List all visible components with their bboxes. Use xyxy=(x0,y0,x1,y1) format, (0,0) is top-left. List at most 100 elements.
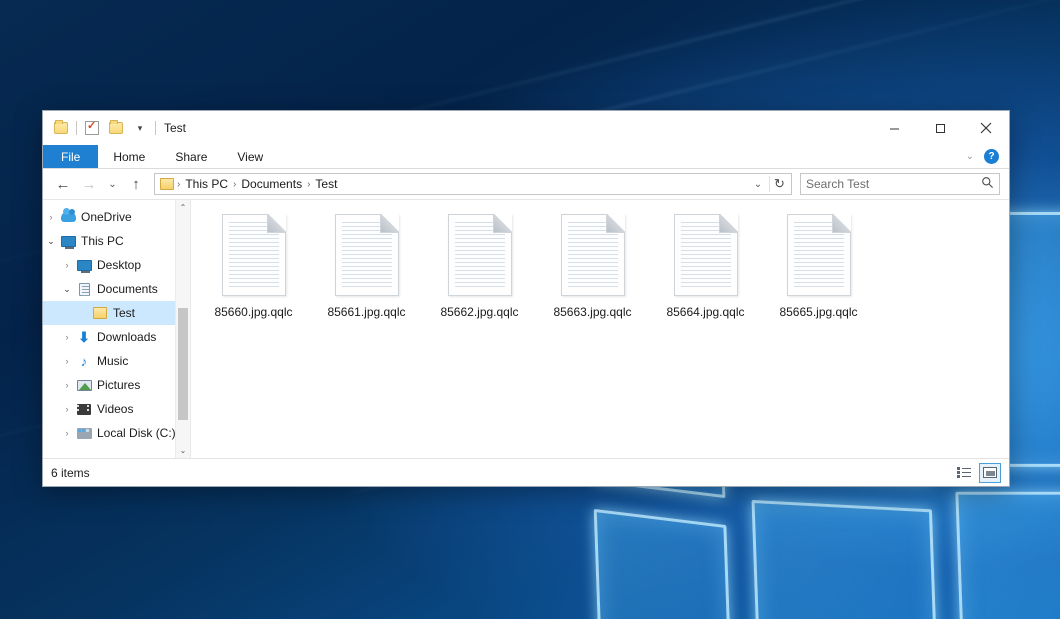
page-fold-icon xyxy=(493,214,512,233)
new-folder-icon[interactable] xyxy=(107,119,125,137)
chevron-down-icon[interactable]: ⌄ xyxy=(59,284,75,295)
maximize-button[interactable] xyxy=(917,111,963,145)
file-list-view[interactable]: 85660.jpg.qqlc 85661.jpg.qqlc 85662.jpg.qq… xyxy=(191,200,1009,458)
document-file-icon[interactable] xyxy=(222,214,286,296)
document-file-icon[interactable] xyxy=(561,214,625,296)
sidebar-item-downloads[interactable]: ›⬇Downloads xyxy=(43,325,190,349)
sidebar-item-label: Music xyxy=(97,354,128,368)
sidebar-item-label: Desktop xyxy=(97,258,141,272)
chevron-right-icon[interactable]: › xyxy=(59,428,75,438)
chevron-down-icon[interactable]: ⌄ xyxy=(966,151,974,162)
sidebar-item-label: This PC xyxy=(81,234,124,248)
cloud-icon xyxy=(59,212,77,222)
back-button[interactable]: ← xyxy=(52,173,74,195)
sidebar-item-music[interactable]: ›♪ Music xyxy=(43,349,190,373)
file-item[interactable]: 85664.jpg.qqlc xyxy=(649,210,762,334)
close-button[interactable] xyxy=(963,111,1009,145)
sidebar-item-videos[interactable]: ›Videos xyxy=(43,397,190,421)
address-bar[interactable]: › This PC › Documents › Test ⌄ ↻ xyxy=(154,173,792,195)
large-icons-view-button[interactable] xyxy=(979,463,1001,483)
up-button[interactable]: ↑ xyxy=(125,173,147,195)
chevron-right-icon[interactable]: › xyxy=(59,260,75,270)
navigation-pane: ›OneDrive ⌄ This PC › Desktop ⌄ Documents Test ›… xyxy=(43,200,191,458)
toolbar-divider xyxy=(155,121,156,135)
recent-locations-button[interactable]: ⌄ xyxy=(104,173,121,195)
sidebar-item-documents[interactable]: ⌄ Documents xyxy=(43,277,190,301)
chevron-right-icon[interactable]: › xyxy=(59,404,75,414)
document-file-icon[interactable] xyxy=(674,214,738,296)
logo-pane xyxy=(955,492,1060,619)
page-fold-icon xyxy=(719,214,738,233)
monitor-icon xyxy=(59,236,77,247)
scroll-down-arrow-icon[interactable]: ⌄ xyxy=(176,443,190,458)
customize-chevron-icon[interactable]: ▾ xyxy=(131,119,149,137)
logo-pane xyxy=(594,509,734,619)
sidebar-item-test[interactable]: Test xyxy=(43,301,190,325)
folder-icon xyxy=(91,307,109,319)
sidebar-item-label: Downloads xyxy=(97,330,156,344)
title-bar: ▾ Test xyxy=(43,111,1009,145)
folder-icon xyxy=(160,178,174,190)
refresh-icon[interactable]: ↻ xyxy=(769,176,789,192)
breadcrumb-test[interactable]: Test xyxy=(311,177,341,191)
ribbon-tab-bar: File Home Share View ⌄ ? xyxy=(43,145,1009,169)
sidebar-item-pictures[interactable]: › Pictures xyxy=(43,373,190,397)
file-item[interactable]: 85662.jpg.qqlc xyxy=(423,210,536,334)
document-file-icon[interactable] xyxy=(787,214,851,296)
tab-file[interactable]: File xyxy=(43,145,98,168)
sidebar-item-desktop[interactable]: › Desktop xyxy=(43,253,190,277)
details-view-button[interactable] xyxy=(953,463,975,483)
logo-pane xyxy=(751,500,939,619)
file-item[interactable]: 85661.jpg.qqlc xyxy=(310,210,423,334)
tab-view[interactable]: View xyxy=(222,145,278,168)
file-item[interactable]: 85665.jpg.qqlc xyxy=(762,210,875,334)
chevron-down-icon[interactable]: ⌄ xyxy=(43,236,59,247)
tab-share[interactable]: Share xyxy=(160,145,222,168)
tab-home[interactable]: Home xyxy=(98,145,160,168)
address-dropdown-icon[interactable]: ⌄ xyxy=(749,179,767,190)
toolbar-divider xyxy=(76,121,77,135)
document-file-icon[interactable] xyxy=(335,214,399,296)
music-icon: ♪ xyxy=(75,355,93,368)
breadcrumb-this-pc[interactable]: This PC xyxy=(181,177,232,191)
file-name-label: 85660.jpg.qqlc xyxy=(214,305,292,319)
status-bar: 6 items xyxy=(43,458,1009,486)
address-bar-row: ← → ⌄ ↑ › This PC › Documents › Test ⌄ ↻… xyxy=(43,169,1009,199)
search-input[interactable]: Search Test xyxy=(800,173,1000,195)
sidebar-item-label: Local Disk (C:) xyxy=(97,426,176,440)
chevron-right-icon[interactable]: › xyxy=(43,212,59,222)
file-name-label: 85661.jpg.qqlc xyxy=(327,305,405,319)
folder-icon[interactable] xyxy=(52,119,70,137)
page-fold-icon xyxy=(267,214,286,233)
sidebar-item-onedrive[interactable]: ›OneDrive xyxy=(43,205,190,229)
scrollbar-thumb[interactable] xyxy=(178,308,188,420)
document-file-icon[interactable] xyxy=(448,214,512,296)
sidebar-scrollbar[interactable]: ⌃ ⌄ xyxy=(175,200,190,458)
file-explorer-window: ▾ Test File Home Share View ⌄ ? ← → xyxy=(42,110,1010,487)
address-bar-right: ⌄ ↻ xyxy=(749,176,789,192)
file-item[interactable]: 85660.jpg.qqlc xyxy=(197,210,310,334)
chevron-right-icon[interactable]: › xyxy=(59,356,75,366)
page-fold-icon xyxy=(606,214,625,233)
chevron-right-icon[interactable]: › xyxy=(59,380,75,390)
sidebar-item-label: Test xyxy=(113,306,135,320)
sidebar-item-label: Pictures xyxy=(97,378,140,392)
ribbon-right-controls: ⌄ ? xyxy=(966,145,1009,168)
sidebar-item-this-pc[interactable]: ⌄ This PC xyxy=(43,229,190,253)
forward-button[interactable]: → xyxy=(78,173,100,195)
disk-icon xyxy=(75,428,93,439)
sidebar-item-label: Documents xyxy=(97,282,158,296)
breadcrumb-documents[interactable]: Documents xyxy=(237,177,306,191)
file-name-label: 85662.jpg.qqlc xyxy=(440,305,518,319)
minimize-button[interactable] xyxy=(871,111,917,145)
scroll-up-arrow-icon[interactable]: ⌃ xyxy=(176,200,190,215)
picture-icon xyxy=(75,380,93,391)
file-item[interactable]: 85663.jpg.qqlc xyxy=(536,210,649,334)
file-name-label: 85664.jpg.qqlc xyxy=(666,305,744,319)
chevron-right-icon[interactable]: › xyxy=(59,332,75,342)
search-icon[interactable] xyxy=(981,176,994,192)
sidebar-item-local-disk-c[interactable]: › Local Disk (C:) xyxy=(43,421,190,445)
properties-icon[interactable] xyxy=(83,119,101,137)
document-icon xyxy=(75,283,93,296)
help-icon[interactable]: ? xyxy=(984,149,999,164)
